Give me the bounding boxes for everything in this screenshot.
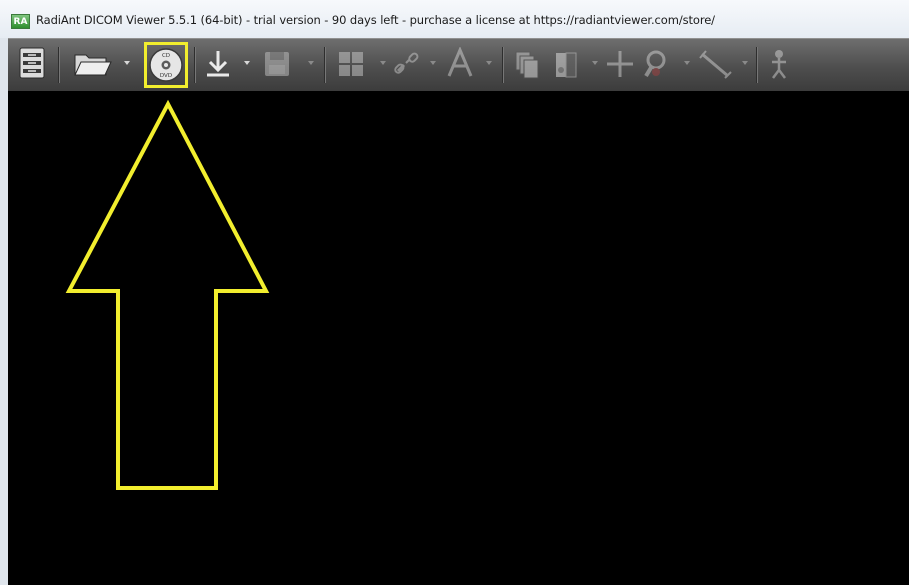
save-dropdown-arrow[interactable] [308,61,314,65]
cd-label: CD [162,53,170,59]
open-cd-dvd-button[interactable]: CD DVD [144,42,188,88]
toolbar-separator [502,47,503,83]
toolbar-separator [58,47,59,83]
floppy-disk-icon [265,52,289,76]
dvd-label: DVD [160,73,172,79]
grid-layout-icon [339,52,363,76]
measure-button[interactable] [698,48,734,84]
chain-link-icon [394,52,419,74]
stack-icon [515,51,539,79]
open-folder-dropdown-arrow[interactable] [124,61,130,65]
download-button[interactable] [202,48,234,86]
move-cross-icon [607,51,633,77]
main-toolbar: CD DVD [8,38,909,91]
window-level-dropdown-arrow[interactable] [592,61,598,65]
toolbar-separator [756,47,757,83]
window-frame-left [0,38,8,585]
measure-dropdown-arrow[interactable] [742,61,748,65]
text-a-icon [447,46,473,77]
toolbar-separator [194,47,195,83]
download-dropdown-arrow[interactable] [244,61,250,65]
open-folder-button[interactable] [72,49,112,83]
window-level-icon [556,52,577,78]
layout-dropdown-arrow[interactable] [380,61,386,65]
zoom-dropdown-arrow[interactable] [684,61,690,65]
image-viewport[interactable] [8,91,909,585]
magnifier-icon [644,50,666,78]
annotations-button[interactable] [444,46,476,83]
link-dropdown-arrow[interactable] [430,61,436,65]
zoom-button[interactable] [642,48,674,84]
toolbar-separator [324,47,325,83]
save-button[interactable] [262,49,292,83]
server-list-icon [19,47,45,79]
window-title: RadiAnt DICOM Viewer 5.5.1 (64-bit) - tr… [36,13,715,27]
cd-dvd-icon: CD DVD [149,48,183,82]
layout-button[interactable] [336,49,366,83]
ruler-line-icon [699,50,732,79]
annotations-dropdown-arrow[interactable] [486,61,492,65]
database-button[interactable] [18,46,46,84]
series-button[interactable] [512,48,542,84]
download-arrow-icon [207,51,229,77]
folder-open-icon [74,54,112,76]
3d-button[interactable] [764,48,794,84]
app-logo-icon: RA [11,14,30,29]
window-level-button[interactable] [552,48,582,84]
link-button[interactable] [392,49,422,83]
title-bar: RA RadiAnt DICOM Viewer 5.5.1 (64-bit) -… [0,0,909,38]
pan-button[interactable] [604,48,636,84]
skeleton-icon [772,50,786,79]
